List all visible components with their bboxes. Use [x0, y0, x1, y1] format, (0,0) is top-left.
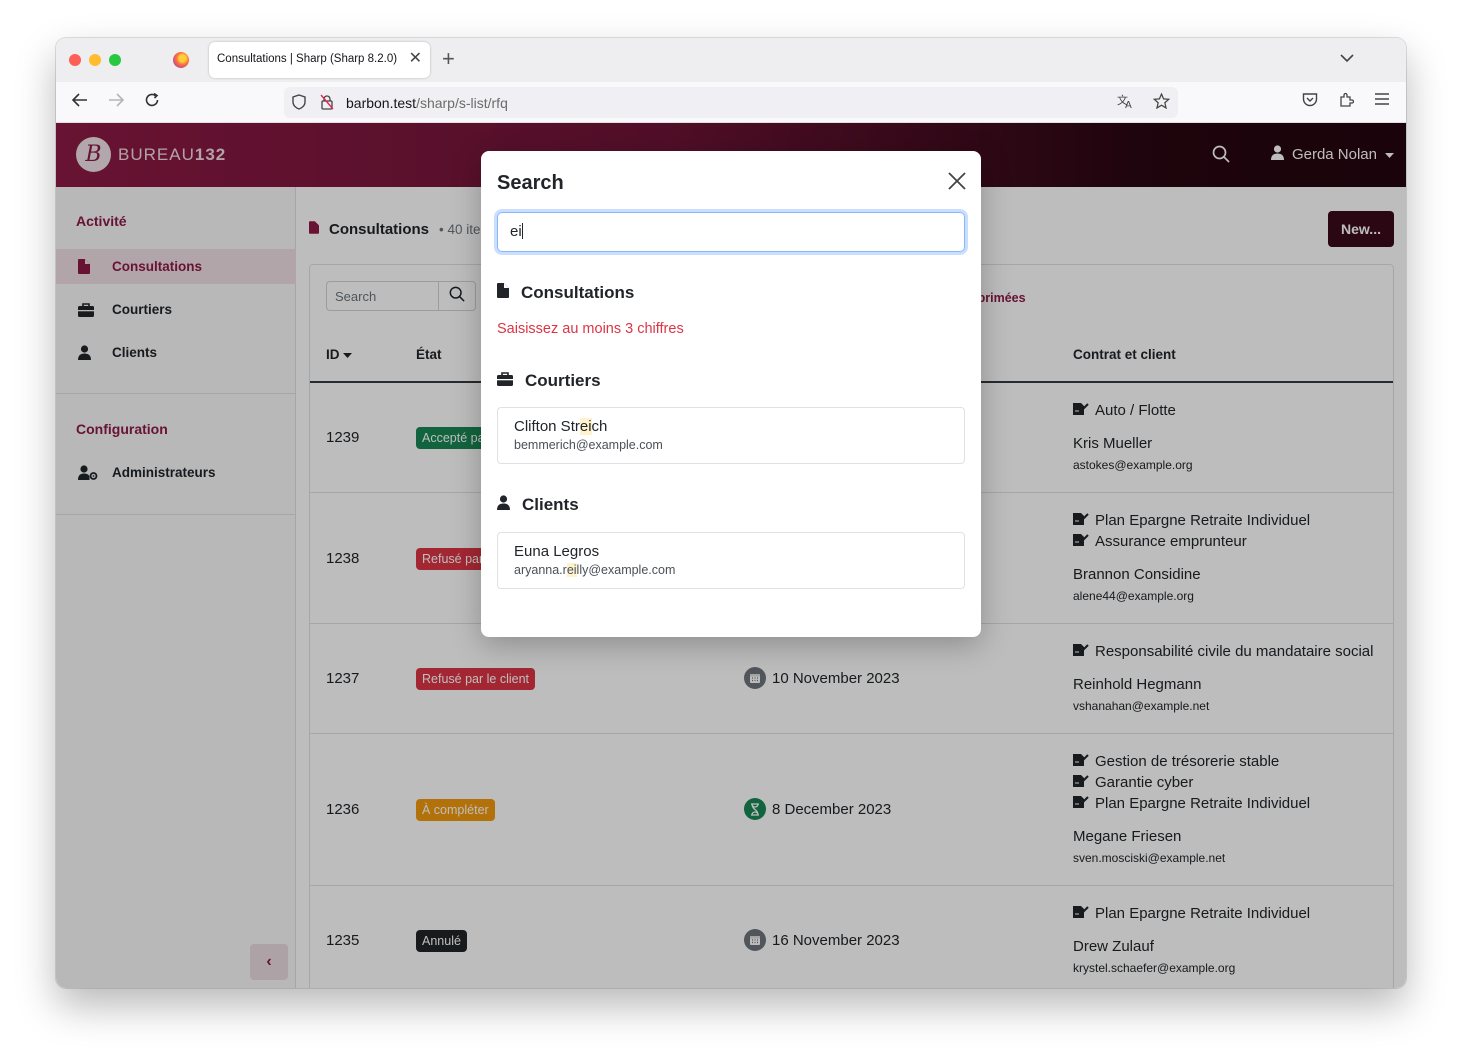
new-tab-icon[interactable]: +	[442, 48, 455, 70]
url-path: /sharp/s-list/rfq	[416, 95, 508, 111]
firefox-icon[interactable]	[173, 52, 189, 68]
section-title: Clients	[522, 495, 579, 514]
minimize-window-button[interactable]	[89, 54, 101, 66]
pocket-icon[interactable]	[1302, 92, 1318, 111]
result-email: aryanna.reilly@example.com	[514, 563, 948, 577]
bookmark-star-icon[interactable]	[1152, 92, 1171, 113]
briefcase-icon	[497, 371, 513, 391]
reload-icon[interactable]	[144, 92, 160, 113]
section-consultations: Consultations	[497, 283, 634, 303]
search-result-client[interactable]: Euna Legros aryanna.reilly@example.com	[497, 532, 965, 589]
tab-close-icon[interactable]: ✕	[409, 50, 422, 68]
result-email: bemmerich@example.com	[514, 438, 663, 452]
zoom-window-button[interactable]	[109, 54, 121, 66]
result-email-part: aryanna.r	[514, 563, 567, 577]
search-modal: Search ei Consultations Saisissez au moi…	[481, 151, 981, 637]
svg-text:A: A	[1125, 100, 1132, 109]
forward-arrow-icon[interactable]	[108, 92, 125, 112]
file-icon	[497, 283, 509, 303]
tracking-shield-icon[interactable]	[292, 94, 306, 115]
browser-tab-active[interactable]: Consultations | Sharp (Sharp 8.2.0) ✕	[209, 42, 430, 78]
section-courtiers: Courtiers	[497, 371, 601, 391]
close-icon[interactable]	[947, 171, 967, 196]
tab-title: Consultations | Sharp (Sharp 8.2.0)	[217, 53, 398, 65]
browser-tab-bar: Consultations | Sharp (Sharp 8.2.0) ✕ +	[56, 38, 1406, 82]
result-name: Euna Legros	[514, 543, 600, 560]
extensions-icon[interactable]	[1338, 92, 1355, 112]
result-email-part: lly@example.com	[576, 563, 676, 577]
text-caret	[521, 223, 523, 239]
search-input[interactable]: ei	[497, 212, 965, 252]
back-arrow-icon[interactable]	[71, 92, 88, 112]
section-clients: Clients	[497, 495, 579, 515]
insecure-lock-icon[interactable]	[320, 94, 334, 115]
url-bar[interactable]: barbon.test/sharp/s-list/rfq 文A	[284, 87, 1178, 118]
url-text: barbon.test/sharp/s-list/rfq	[346, 95, 508, 111]
search-result-courtier[interactable]: Clifton Streich bemmerich@example.com	[497, 407, 965, 464]
translate-icon[interactable]: 文A	[1117, 93, 1134, 113]
result-name-part: ch	[591, 418, 608, 435]
modal-title: Search	[497, 172, 564, 194]
browser-nav-bar: barbon.test/sharp/s-list/rfq 文A	[56, 82, 1406, 123]
section-title: Courtiers	[525, 371, 601, 390]
browser-window: Consultations | Sharp (Sharp 8.2.0) ✕ + …	[56, 38, 1406, 988]
validation-error: Saisissez au moins 3 chiffres	[497, 321, 684, 337]
section-title: Consultations	[521, 283, 635, 302]
url-host: barbon.test	[346, 95, 417, 111]
tab-list-chevron-icon[interactable]	[1340, 50, 1354, 66]
result-name-part: Clifton Str	[514, 418, 580, 435]
hamburger-menu-icon[interactable]	[1374, 92, 1390, 110]
result-name: Clifton Streich	[514, 418, 948, 435]
match-highlight: ei	[566, 563, 577, 577]
match-highlight: ei	[579, 418, 592, 435]
search-input-value: ei	[510, 223, 522, 240]
user-icon	[497, 495, 510, 515]
close-window-button[interactable]	[69, 54, 81, 66]
